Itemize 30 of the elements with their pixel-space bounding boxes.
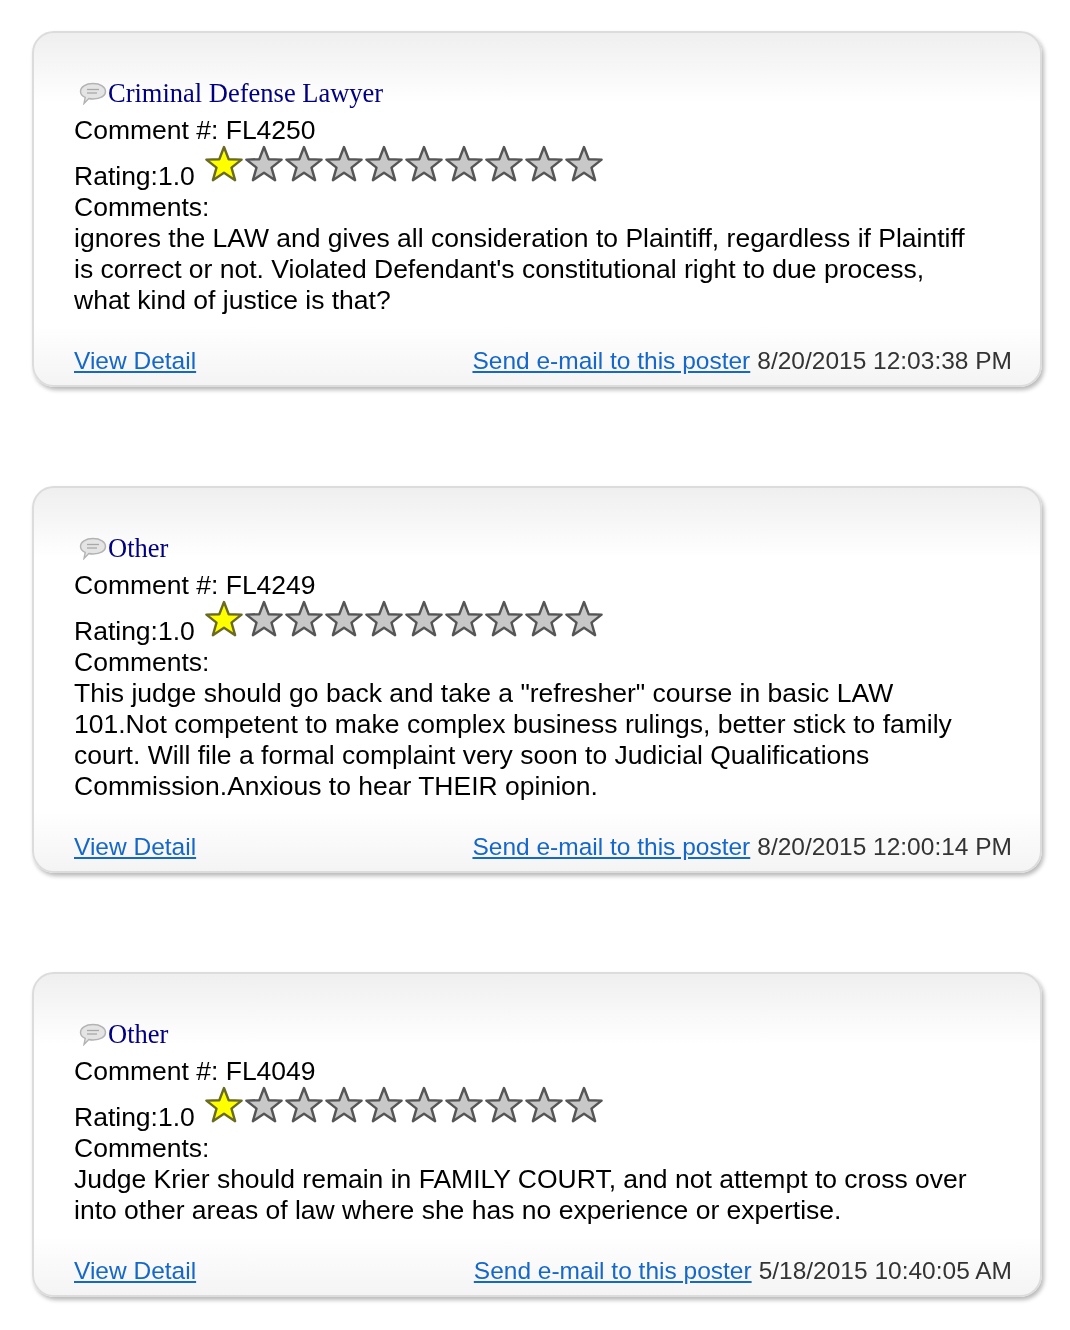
- rating-label: Rating:1.0: [74, 616, 195, 647]
- comment-text: ignores the LAW and gives all consideration to Plaintiff, regardless if Plaintiff is correct or not. Violated Defendant's constitutional right to due process, what kind of justice is that?: [74, 223, 966, 316]
- send-email-link[interactable]: Send e-mail to this poster: [472, 345, 751, 376]
- category-title: Other: [108, 1018, 169, 1050]
- comment-number: Comment #: FL4249: [74, 570, 317, 601]
- post-date: 8/20/2015 12:00:14 PM: [757, 832, 1012, 862]
- filled-star-icon: [203, 600, 244, 638]
- post-date: 5/18/2015 10:40:05 AM: [758, 1256, 1012, 1286]
- speech-bubble-icon: [79, 81, 107, 105]
- send-email-link[interactable]: Send e-mail to this poster: [472, 831, 751, 862]
- send-email-link[interactable]: Send e-mail to this poster: [473, 1255, 752, 1286]
- comments-label: Comments:: [74, 192, 211, 223]
- category-title: Criminal Defense Lawyer: [108, 77, 384, 109]
- speech-bubble-icon: [79, 536, 107, 560]
- filled-star-icon: [203, 1086, 244, 1124]
- comments-label: Comments:: [74, 1133, 211, 1164]
- category-title: Other: [108, 532, 169, 564]
- view-detail-link[interactable]: View Detail: [74, 831, 197, 862]
- rating-label: Rating:1.0: [74, 161, 195, 192]
- rating-label: Rating:1.0: [74, 1102, 195, 1133]
- view-detail-link[interactable]: View Detail: [74, 1255, 197, 1286]
- comment-number: Comment #: FL4250: [74, 115, 317, 146]
- comments-label: Comments:: [74, 647, 211, 678]
- view-detail-link[interactable]: View Detail: [74, 345, 197, 376]
- comment-text: This judge should go back and take a "refresher" course in basic LAW 101.Not competent to make complex business rulings, better stick to family court. Will file a formal complaint very soon to Judicial Qualifications Commission.Anxious to hear THEIR opinion.: [74, 678, 953, 802]
- comment-text: Judge Krier should remain in FAMILY COURT, and not attempt to cross over into other areas of law where she has no experience or expertise.: [74, 1164, 968, 1226]
- filled-star-icon: [203, 145, 244, 183]
- post-date: 8/20/2015 12:03:38 PM: [757, 346, 1012, 376]
- comment-number: Comment #: FL4049: [74, 1056, 317, 1087]
- speech-bubble-icon: [79, 1022, 107, 1046]
